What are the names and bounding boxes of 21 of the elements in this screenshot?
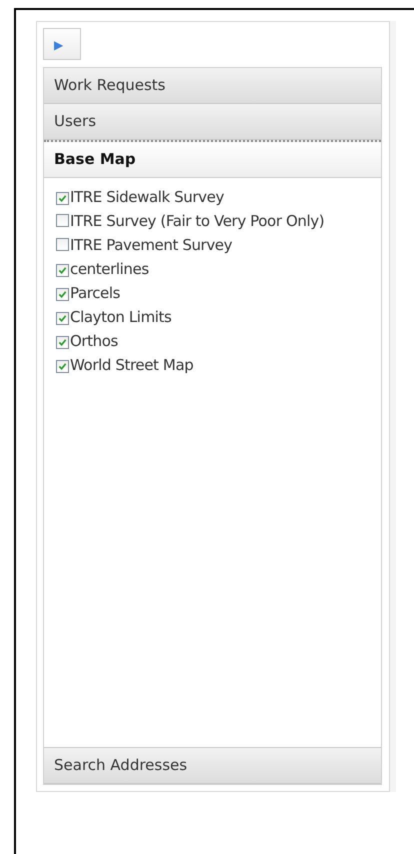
layer-label: centerlines [70,260,149,278]
checkbox[interactable] [56,238,69,251]
checkbox[interactable] [56,360,69,373]
layer-label: Orthos [70,332,118,350]
layer-label: World Street Map [70,356,194,374]
checkbox[interactable] [56,192,69,205]
checkbox[interactable] [56,288,69,301]
expand-button[interactable]: ▶ [43,28,81,60]
section-header[interactable]: Work Requests [44,68,381,104]
section-header[interactable]: Search Addresses [44,748,381,784]
section-header[interactable]: Base Map [44,140,381,178]
layer-label: Parcels [70,284,120,302]
section-header[interactable]: Users [44,104,381,140]
checkbox[interactable] [56,312,69,325]
layer-label: ITRE Survey (Fair to Very Poor Only) [70,212,324,230]
layer-label: ITRE Pavement Survey [70,236,232,254]
checkbox[interactable] [56,214,69,227]
checkbox[interactable] [56,264,69,277]
checkbox[interactable] [56,336,69,349]
layer-label: ITRE Sidewalk Survey [70,188,224,206]
layer-label: Clayton Limits [70,308,172,326]
